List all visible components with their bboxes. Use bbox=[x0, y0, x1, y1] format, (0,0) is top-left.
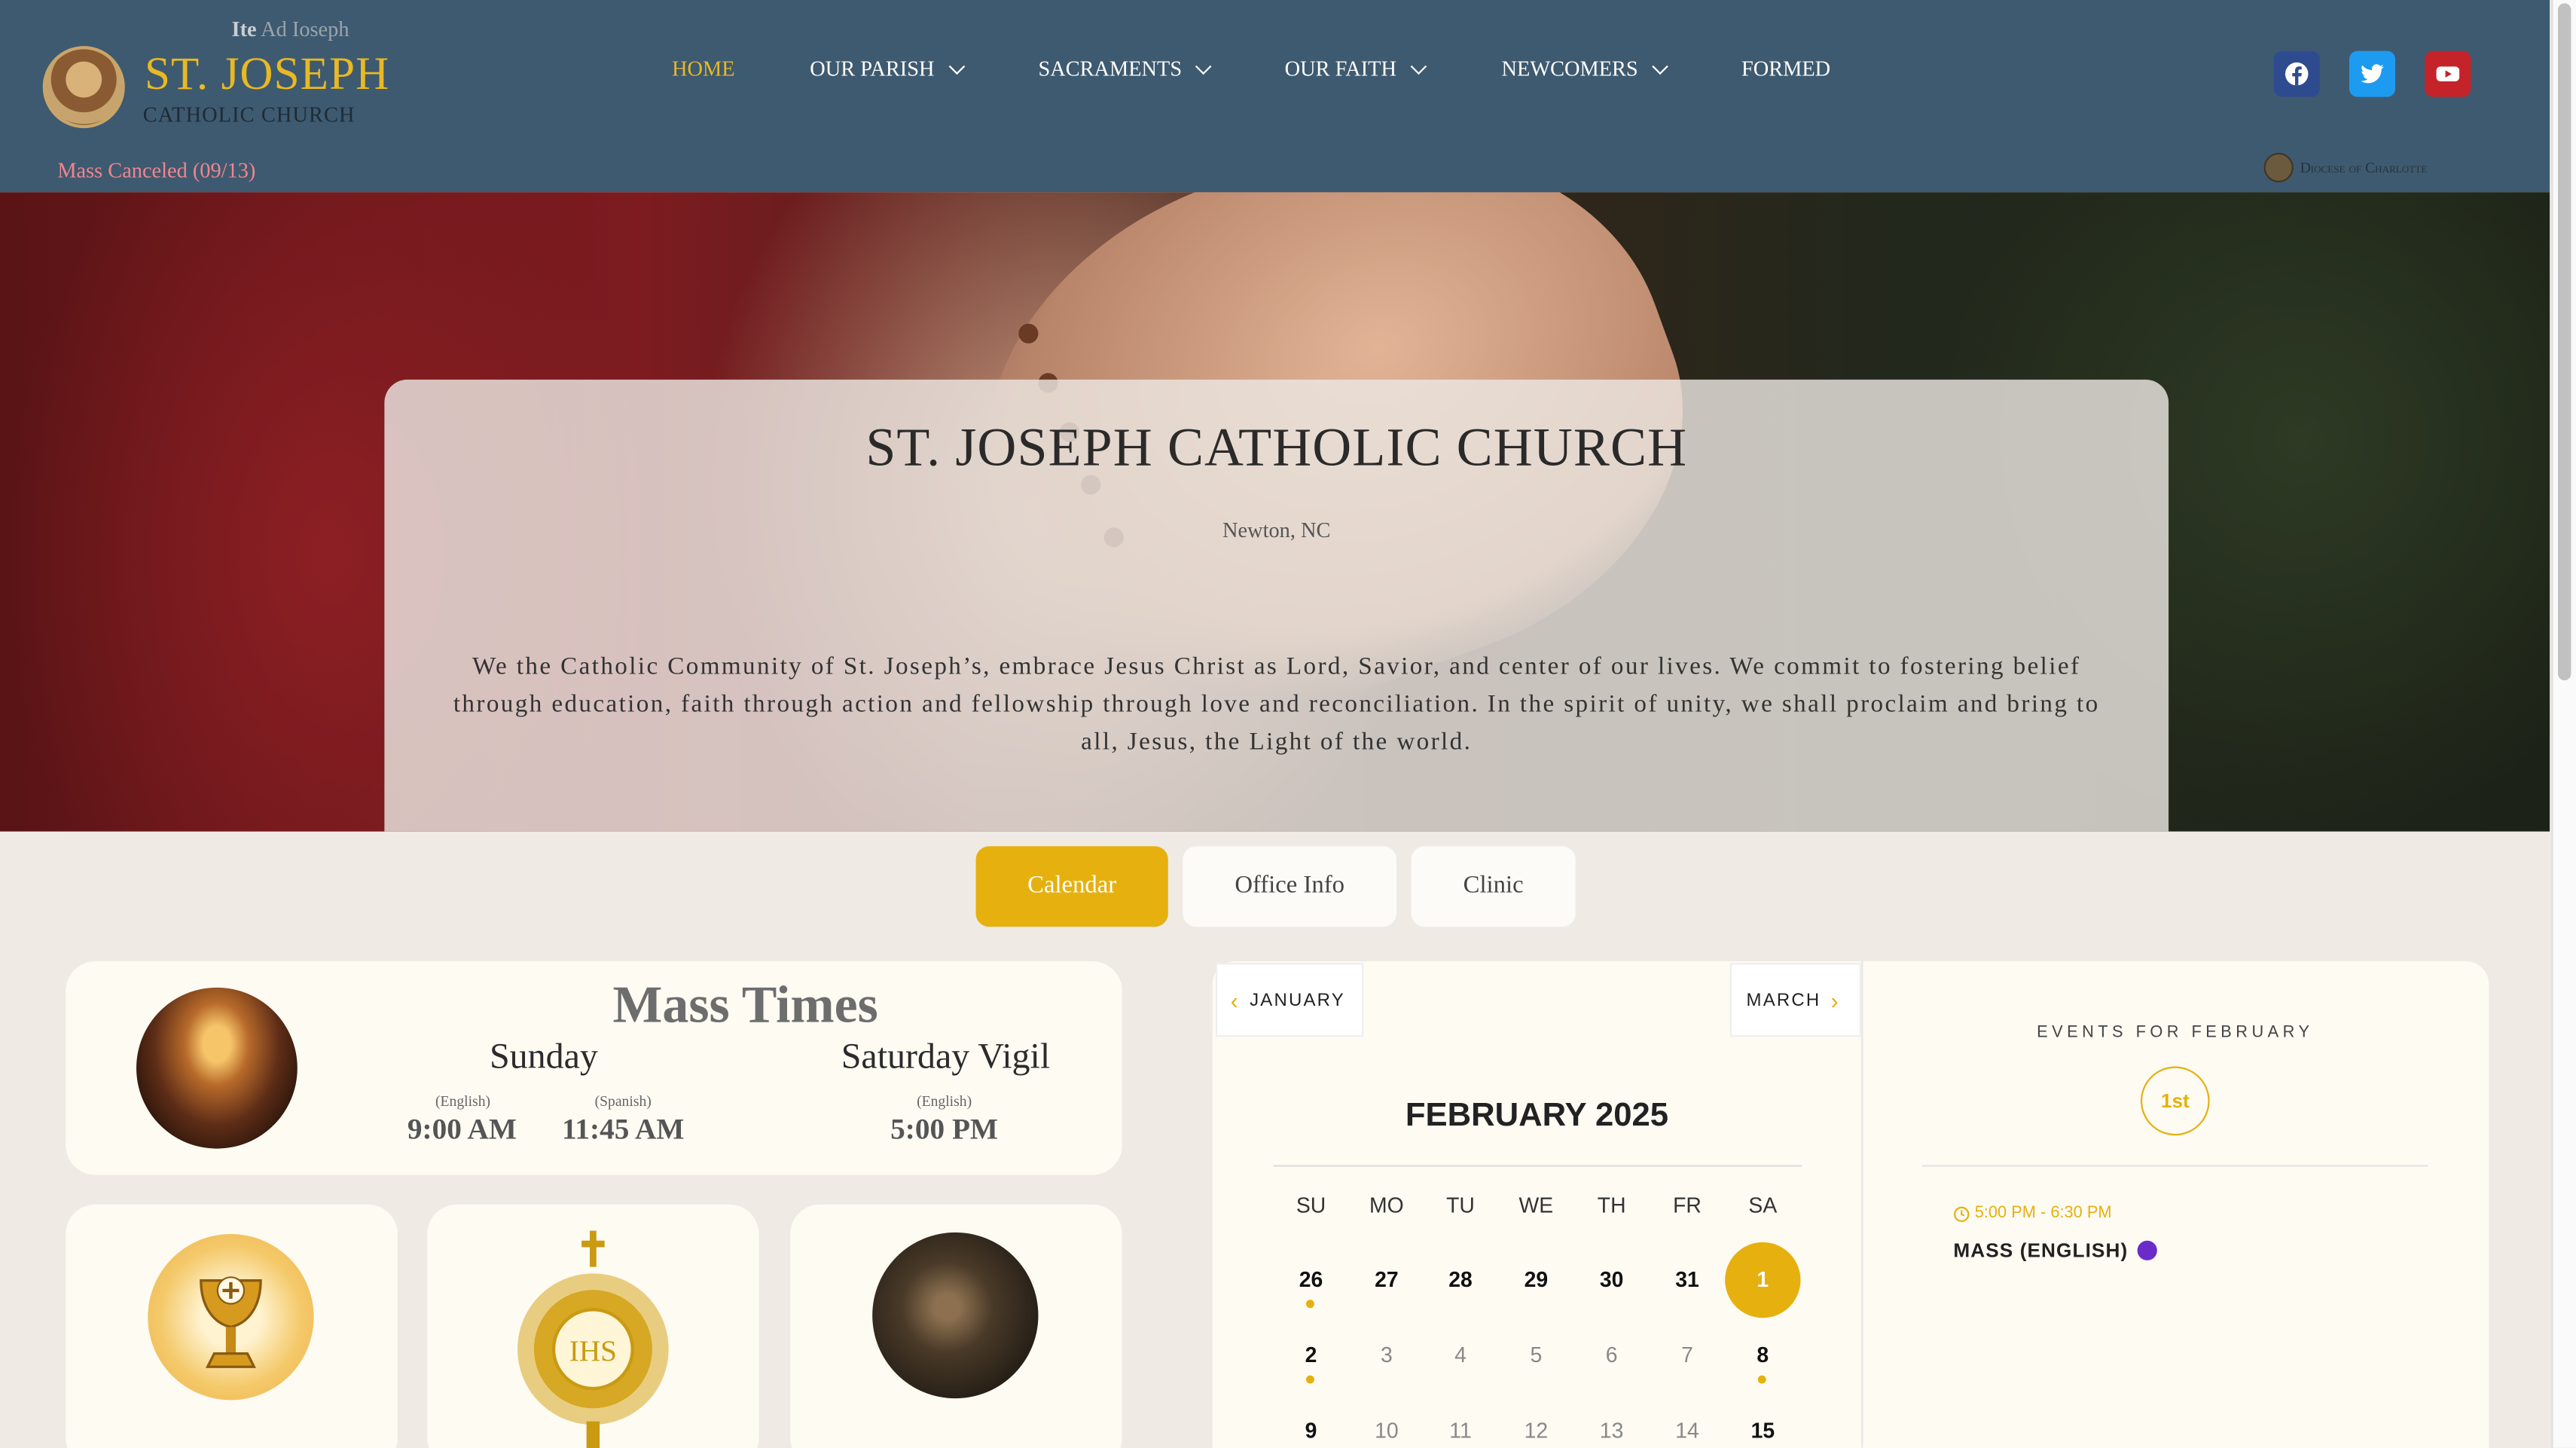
tab-office-info[interactable]: Office Info bbox=[1183, 846, 1396, 927]
confession-card[interactable] bbox=[790, 1204, 1122, 1448]
calendar-day[interactable]: 6 bbox=[1579, 1343, 1644, 1367]
church-interior-photo bbox=[136, 987, 298, 1149]
diocese-link[interactable]: Diocese of Charlotte bbox=[2263, 152, 2428, 183]
mass-canceled-notice[interactable]: Mass Canceled (09/13) bbox=[57, 157, 255, 184]
hero-card: ST. JOSEPH CATHOLIC CHURCH Newton, NC We… bbox=[384, 379, 2169, 832]
calendar-day[interactable]: 26 bbox=[1278, 1267, 1344, 1292]
weekday-label: FR bbox=[1673, 1193, 1702, 1218]
calendar-month-title: FEBRUARY 2025 bbox=[1405, 1097, 1668, 1134]
event-dot bbox=[1757, 1375, 1766, 1384]
logo-title[interactable]: ST. JOSEPH bbox=[145, 49, 389, 102]
tab-clinic[interactable]: Clinic bbox=[1411, 846, 1576, 927]
calendar-day[interactable]: 31 bbox=[1654, 1267, 1720, 1292]
calendar-day[interactable]: 11 bbox=[1427, 1418, 1493, 1443]
event-name: MASS (ENGLISH) bbox=[1953, 1239, 2129, 1263]
lang-label: (Spanish) bbox=[594, 1092, 652, 1110]
nav-our-faith[interactable]: OUR FAITH bbox=[1285, 56, 1427, 82]
weekday-label: TU bbox=[1446, 1193, 1475, 1218]
chevron-down-icon bbox=[1652, 57, 1668, 75]
weekday-label: SA bbox=[1748, 1193, 1778, 1218]
events-heading: EVENTS FOR FEBRUARY bbox=[2037, 1023, 2314, 1042]
mass-time: 11:45 AM bbox=[561, 1112, 685, 1146]
event-date-badge: 1st bbox=[2140, 1066, 2210, 1136]
diocese-seal-icon bbox=[2263, 152, 2294, 183]
calendar-day[interactable]: 9 bbox=[1278, 1418, 1344, 1443]
nav-our-parish[interactable]: OUR PARISH bbox=[810, 56, 965, 82]
hero-banner: ST. JOSEPH CATHOLIC CHURCH Newton, NC We… bbox=[0, 192, 2550, 832]
chevron-right-icon: › bbox=[1830, 986, 1840, 1013]
calendar-day[interactable]: 13 bbox=[1579, 1418, 1644, 1443]
sunday-label: Sunday bbox=[489, 1035, 598, 1077]
clock-icon bbox=[1954, 1205, 1970, 1221]
hero-title: ST. JOSEPH CATHOLIC CHURCH bbox=[865, 419, 1688, 478]
chevron-left-icon: ‹ bbox=[1230, 986, 1241, 1013]
saturday-vigil-label: Saturday Vigil bbox=[841, 1035, 1051, 1077]
event-item[interactable]: MASS (ENGLISH) bbox=[1953, 1239, 2158, 1263]
nav-formed[interactable]: FORMED bbox=[1741, 56, 1830, 82]
ihs-text: IHS bbox=[569, 1335, 617, 1367]
monstrance-icon: IHS bbox=[517, 1230, 669, 1448]
calendar-day[interactable]: 15 bbox=[1730, 1418, 1796, 1443]
calendar-day[interactable]: 4 bbox=[1427, 1343, 1493, 1367]
chevron-down-icon bbox=[1195, 57, 1213, 75]
mass-times-title: Mass Times bbox=[612, 974, 878, 1034]
calendar-day[interactable]: 30 bbox=[1579, 1267, 1644, 1292]
calendar-day[interactable]: 12 bbox=[1503, 1418, 1569, 1443]
event-dot bbox=[1305, 1300, 1314, 1309]
calendar-day[interactable]: 5 bbox=[1503, 1343, 1569, 1367]
calendar-day[interactable]: 3 bbox=[1354, 1343, 1419, 1367]
weekday-label: TH bbox=[1597, 1193, 1626, 1218]
facebook-icon[interactable] bbox=[2273, 50, 2320, 97]
site-header: Ite Ad Ioseph ST. JOSEPH CATHOLIC CHURCH… bbox=[0, 0, 2550, 193]
parish-logo[interactable] bbox=[42, 46, 125, 129]
scrollbar-thumb[interactable] bbox=[2558, 3, 2571, 680]
events-separator bbox=[1921, 1165, 2428, 1167]
event-time-label: 5:00 PM - 6:30 PM bbox=[1974, 1204, 2112, 1223]
weekday-label: MO bbox=[1369, 1193, 1404, 1218]
mission-statement: We the Catholic Community of St. Joseph’… bbox=[453, 652, 2100, 756]
calendar-separator bbox=[1273, 1165, 1802, 1167]
tab-calendar[interactable]: Calendar bbox=[975, 846, 1168, 927]
sacrament-card[interactable] bbox=[66, 1204, 398, 1448]
nav-home[interactable]: HOME bbox=[672, 56, 734, 82]
weekday-label: SU bbox=[1296, 1193, 1326, 1218]
chalice-icon bbox=[148, 1234, 314, 1401]
lang-label: (English) bbox=[435, 1092, 491, 1110]
adoration-card[interactable]: IHS bbox=[427, 1204, 759, 1448]
calendar-day[interactable]: 2 bbox=[1278, 1343, 1344, 1367]
calendar-day[interactable]: 8 bbox=[1730, 1343, 1796, 1367]
lang-label: (English) bbox=[917, 1092, 972, 1110]
calendar-day[interactable]: 7 bbox=[1654, 1343, 1720, 1367]
calendar-day[interactable]: 10 bbox=[1354, 1418, 1419, 1443]
calendar-day-selected[interactable]: 1 bbox=[1730, 1267, 1796, 1292]
hero-location: Newton, NC bbox=[1222, 518, 1331, 542]
weekday-label: WE bbox=[1518, 1193, 1554, 1218]
prev-month-label: JANUARY bbox=[1250, 990, 1345, 1010]
calendar-day[interactable]: 29 bbox=[1503, 1267, 1569, 1292]
next-month-label: MARCH bbox=[1746, 990, 1821, 1010]
diocese-label: Diocese of Charlotte bbox=[2300, 159, 2428, 176]
calendar-day[interactable]: 28 bbox=[1427, 1267, 1493, 1292]
mass-time: 5:00 PM bbox=[890, 1112, 998, 1146]
chevron-down-icon bbox=[948, 57, 965, 75]
calendar-next-button[interactable]: MARCH › bbox=[1729, 963, 1862, 1037]
nav-newcomers[interactable]: NEWCOMERS bbox=[1502, 56, 1668, 82]
mass-time: 9:00 AM bbox=[407, 1112, 517, 1146]
calendar-day[interactable]: 14 bbox=[1654, 1418, 1720, 1443]
calendar-prev-button[interactable]: ‹ JANUARY bbox=[1216, 963, 1364, 1037]
page-scrollbar[interactable] bbox=[2551, 0, 2576, 1448]
logo-motto: Ite Ad Ioseph bbox=[231, 16, 349, 41]
event-time: 5:00 PM - 6:30 PM bbox=[1953, 1204, 2112, 1223]
calendar-day[interactable]: 27 bbox=[1354, 1267, 1419, 1292]
event-category-dot bbox=[2138, 1240, 2158, 1260]
mass-times-card: Mass Times Sunday Saturday Vigil (Englis… bbox=[66, 961, 1122, 1175]
logo-subtitle: CATHOLIC CHURCH bbox=[142, 102, 356, 127]
chevron-down-icon bbox=[1410, 57, 1427, 75]
nav-sacraments[interactable]: SACRAMENTS bbox=[1038, 56, 1213, 82]
youtube-icon[interactable] bbox=[2425, 50, 2471, 97]
confession-painting bbox=[872, 1232, 1039, 1399]
event-dot bbox=[1305, 1375, 1314, 1384]
twitter-icon[interactable] bbox=[2349, 50, 2396, 97]
